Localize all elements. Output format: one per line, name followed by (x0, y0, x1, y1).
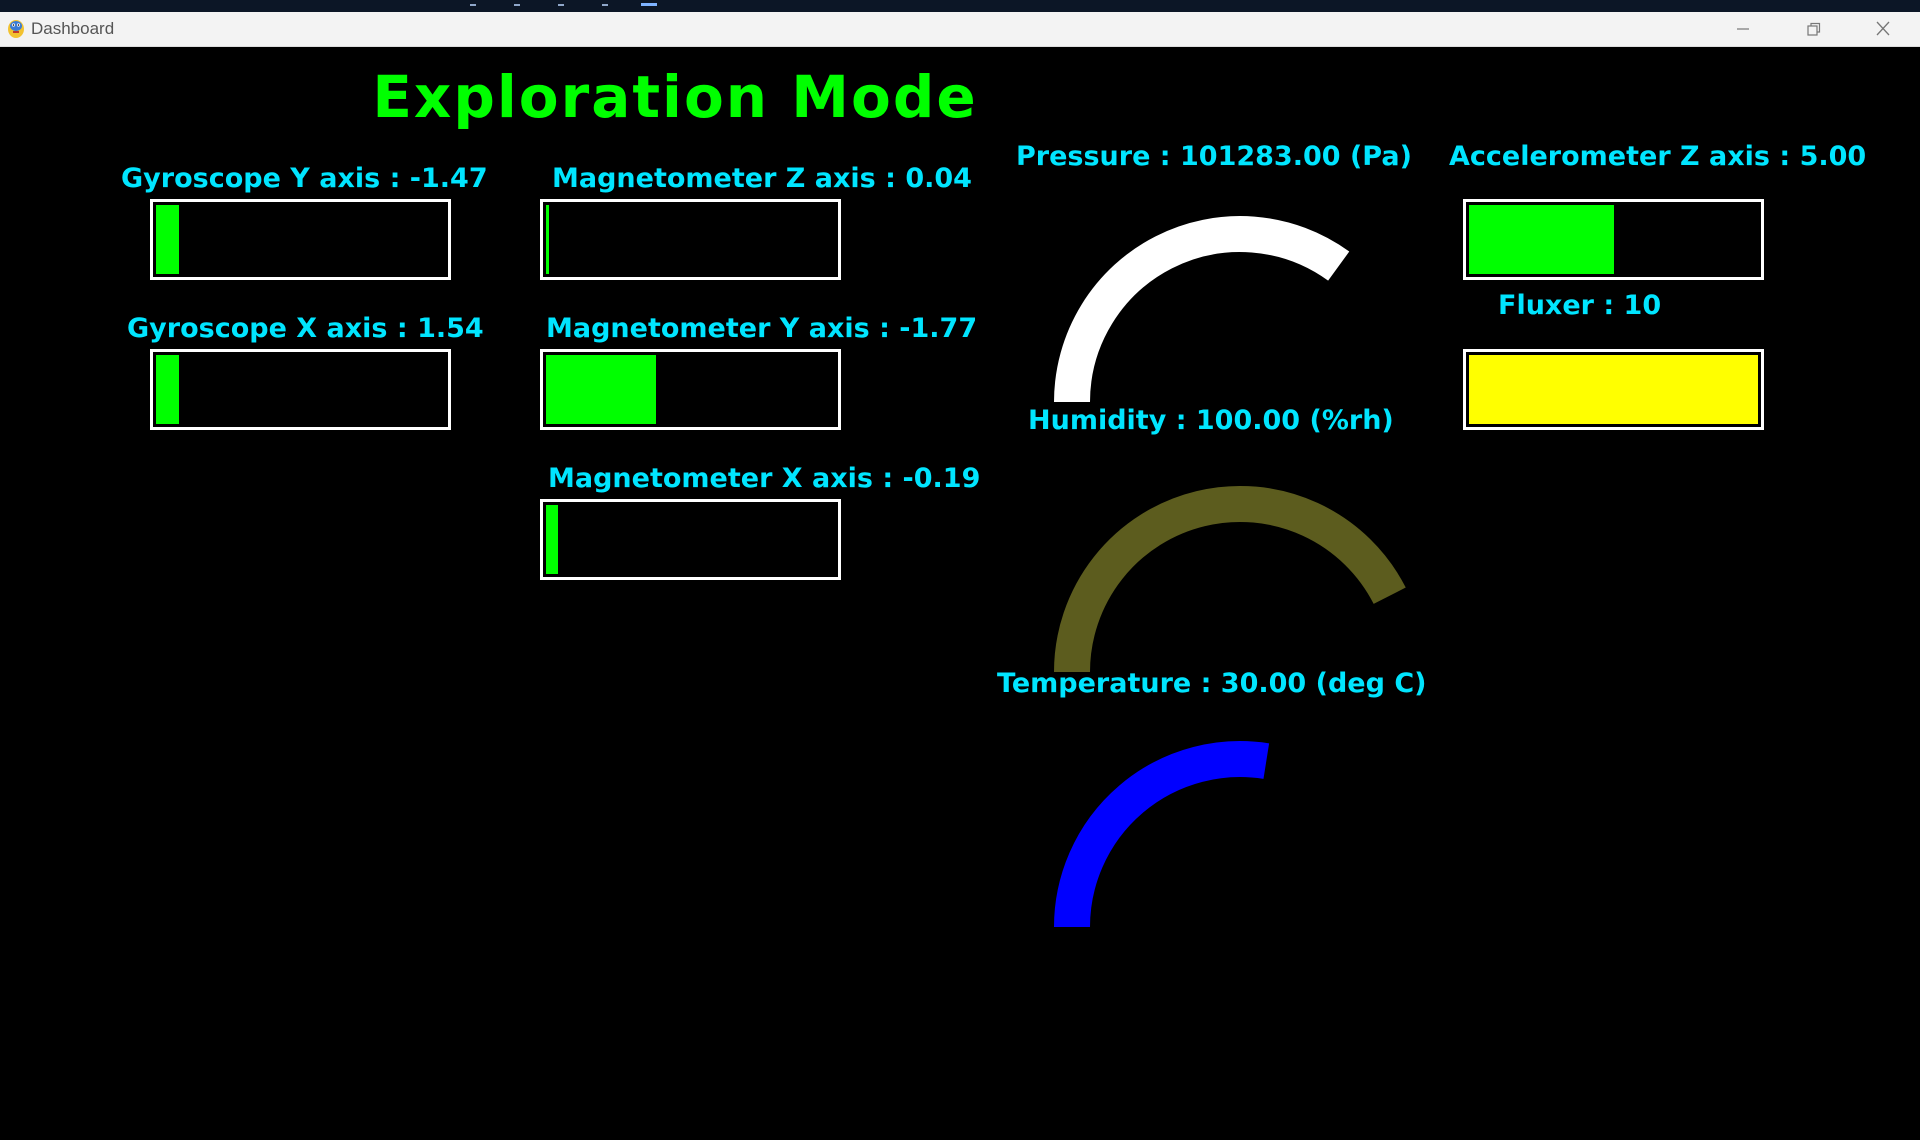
accelerometer-z-bar-fill (1469, 205, 1614, 274)
fluxer-bar-fill (1469, 355, 1758, 424)
minimize-icon (1737, 28, 1749, 30)
taskbar-app-indicator[interactable] (470, 4, 476, 6)
gyroscope-y-bar-fill (156, 205, 179, 274)
humidity-gauge-arc (1054, 485, 1406, 673)
gyroscope-y-bar (150, 199, 451, 280)
magnetometer-y-bar (540, 349, 841, 430)
taskbar-app-indicator[interactable] (558, 4, 564, 6)
fluxer-label: Fluxer : 10 (1498, 290, 1662, 321)
gyroscope-x-bar-fill (156, 355, 179, 424)
magnetometer-y-bar-fill (546, 355, 656, 424)
gyroscope-y-label: Gyroscope Y axis : -1.47 (121, 163, 488, 194)
python-snake-icon (8, 20, 24, 38)
pressure-label: Pressure : 101283.00 (Pa) (1016, 141, 1412, 172)
window-titlebar[interactable]: Dashboard (0, 12, 1920, 47)
magnetometer-x-bar-fill (546, 505, 558, 574)
taskbar-strip (0, 0, 1920, 12)
magnetometer-z-label: Magnetometer Z axis : 0.04 (552, 163, 972, 194)
restore-icon (1807, 22, 1821, 36)
taskbar-app-indicator[interactable] (602, 4, 608, 6)
gyroscope-x-bar (150, 349, 451, 430)
humidity-label: Humidity : 100.00 (%rh) (1028, 405, 1394, 436)
temperature-gauge (1054, 741, 1270, 928)
minimize-button[interactable] (1711, 12, 1775, 46)
magnetometer-x-label: Magnetometer X axis : -0.19 (548, 463, 981, 494)
pressure-gauge (1054, 216, 1350, 403)
window-title: Dashboard (31, 19, 115, 38)
close-icon (1876, 21, 1890, 36)
close-button[interactable] (1851, 12, 1915, 46)
mode-heading: Exploration Mode (372, 63, 978, 131)
magnetometer-z-bar (540, 199, 841, 280)
taskbar-app-indicator[interactable] (514, 4, 520, 6)
taskbar-active-indicator[interactable] (641, 3, 657, 6)
restore-button[interactable] (1781, 12, 1845, 46)
gyroscope-x-label: Gyroscope X axis : 1.54 (127, 313, 484, 344)
temperature-gauge-arc (1054, 741, 1270, 928)
dashboard-canvas: Exploration Mode Gyroscope Y axis : -1.4… (0, 47, 1920, 1140)
magnetometer-z-bar-fill (546, 205, 549, 274)
fluxer-bar (1463, 349, 1764, 430)
accelerometer-z-bar (1463, 199, 1764, 280)
magnetometer-x-bar (540, 499, 841, 580)
pressure-gauge-arc (1054, 216, 1350, 403)
temperature-label: Temperature : 30.00 (deg C) (997, 668, 1427, 699)
magnetometer-y-label: Magnetometer Y axis : -1.77 (546, 313, 978, 344)
accelerometer-z-label: Accelerometer Z axis : 5.00 (1449, 141, 1867, 172)
